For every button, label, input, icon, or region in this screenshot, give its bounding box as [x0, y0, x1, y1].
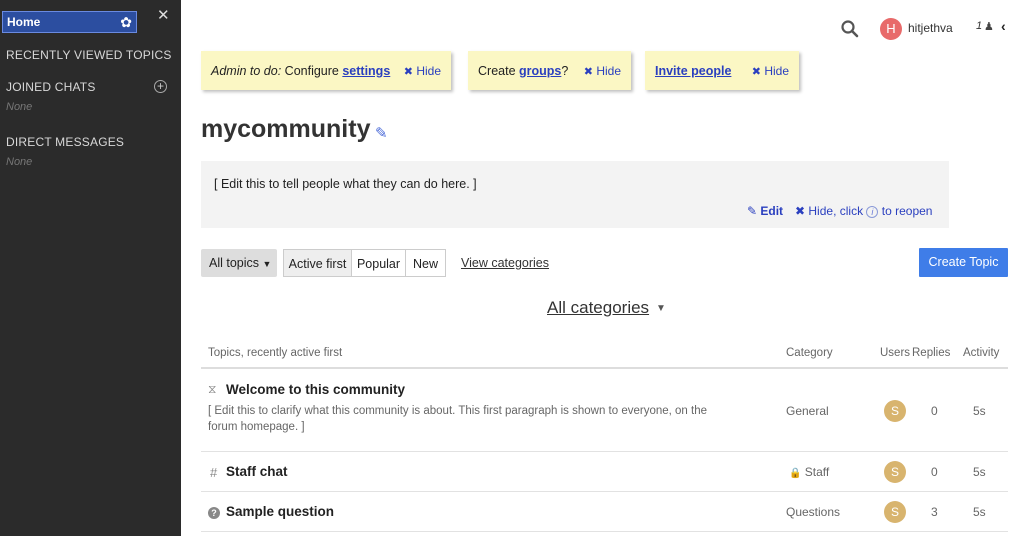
- search-icon[interactable]: [841, 20, 859, 38]
- header-users: Users: [880, 347, 911, 359]
- settings-link[interactable]: settings: [342, 64, 390, 78]
- tab-popular[interactable]: Popular: [351, 249, 406, 277]
- invite-people-note: Invite people ✖ Hide: [645, 51, 799, 90]
- admin-todo-note: Admin to do: Configure settings ✖ Hide: [201, 51, 451, 90]
- topic-activity[interactable]: 5s: [973, 505, 986, 519]
- chevron-left-icon[interactable]: ‹: [1001, 18, 1006, 34]
- topic-excerpt[interactable]: [ Edit this to clarify what this communi…: [208, 403, 728, 435]
- admin-todo-text: Configure: [281, 63, 343, 78]
- all-topics-label: All topics: [209, 256, 260, 270]
- groups-prefix: Create: [478, 63, 519, 78]
- lock-icon: 🔒: [789, 468, 802, 479]
- admin-todo-prefix: Admin to do:: [211, 63, 282, 78]
- hide-label: Hide: [596, 63, 621, 78]
- topic-replies: 3: [931, 505, 938, 519]
- header-topics[interactable]: Topics, recently active first: [208, 347, 342, 359]
- row-divider: [201, 531, 1008, 532]
- to-reopen-label: to reopen: [881, 204, 933, 218]
- header-activity: Activity: [963, 347, 1000, 359]
- topic-replies: 0: [931, 465, 938, 479]
- pin-icon: ⧖: [208, 382, 217, 396]
- category-label: Staff: [804, 465, 830, 479]
- user-avatar[interactable]: S: [884, 501, 906, 523]
- hide-click-label: Hide, click: [808, 204, 864, 218]
- notification-count[interactable]: 1: [976, 20, 982, 32]
- create-groups-note: Create groups? ✖ Hide: [468, 51, 631, 90]
- caret-down-icon: ▼: [656, 303, 666, 314]
- add-chat-icon[interactable]: +: [154, 80, 167, 93]
- hide-invite-note-button[interactable]: ✖ Hide: [752, 64, 789, 78]
- sidebar-item-home[interactable]: Home ✿: [2, 11, 137, 33]
- topic-activity[interactable]: 5s: [973, 404, 986, 418]
- all-categories-dropdown[interactable]: All categories: [547, 298, 649, 318]
- intro-edit-button[interactable]: ✎ Edit: [747, 204, 783, 218]
- info-icon: i: [866, 206, 879, 218]
- question-icon: ?: [208, 505, 220, 519]
- direct-messages-none: None: [6, 156, 33, 168]
- table-divider: [201, 367, 1008, 369]
- groups-link[interactable]: groups: [519, 64, 561, 78]
- sidebar-direct-messages[interactable]: DIRECT MESSAGES: [6, 135, 124, 149]
- hash-icon: #: [210, 465, 218, 480]
- person-icon[interactable]: ♟: [984, 20, 994, 33]
- caret-down-icon: ▼: [262, 259, 272, 269]
- sidebar-home-label: Home: [7, 15, 41, 29]
- avatar[interactable]: H: [880, 18, 902, 40]
- groups-suffix: ?: [561, 63, 569, 78]
- close-icon[interactable]: ✕: [157, 6, 170, 24]
- hide-label: Hide: [416, 63, 441, 78]
- sidebar: Home ✿ ✕ RECENTLY VIEWED TOPICS JOINED C…: [0, 0, 181, 536]
- sidebar-joined-chats[interactable]: JOINED CHATS: [6, 80, 96, 94]
- gear-icon[interactable]: ✿: [120, 14, 132, 31]
- hide-groups-note-button[interactable]: ✖ Hide: [584, 64, 621, 78]
- topic-title[interactable]: Staff chat: [226, 464, 288, 479]
- intro-text: [ Edit this to tell people what they can…: [214, 177, 477, 191]
- tab-new[interactable]: New: [405, 249, 446, 277]
- username[interactable]: hitjethva: [908, 21, 953, 35]
- topic-category[interactable]: Questions: [786, 505, 840, 519]
- intro-hide-button[interactable]: ✖ Hide, click i to reopen: [795, 204, 932, 218]
- view-categories-link[interactable]: View categories: [461, 256, 549, 270]
- header-category: Category: [786, 347, 833, 359]
- topic-replies: 0: [931, 404, 938, 418]
- joined-chats-none: None: [6, 101, 33, 113]
- pencil-icon[interactable]: ✎: [375, 124, 388, 142]
- create-topic-button[interactable]: Create Topic: [919, 248, 1008, 277]
- topic-category[interactable]: 🔒 Staff: [789, 465, 829, 479]
- invite-people-link[interactable]: Invite people: [655, 64, 731, 78]
- edit-label: Edit: [760, 204, 784, 218]
- tab-active-first[interactable]: Active first: [283, 249, 352, 277]
- hide-admin-note-button[interactable]: ✖ Hide: [404, 64, 441, 78]
- topic-title[interactable]: Welcome to this community: [226, 382, 405, 397]
- all-topics-dropdown[interactable]: All topics ▼: [201, 249, 277, 277]
- row-divider: [201, 491, 1008, 492]
- topic-activity[interactable]: 5s: [973, 465, 986, 479]
- user-avatar[interactable]: S: [884, 461, 906, 483]
- topic-category[interactable]: General: [786, 404, 829, 418]
- sidebar-recently-viewed[interactable]: RECENTLY VIEWED TOPICS: [6, 48, 172, 62]
- header-replies: Replies: [912, 347, 951, 359]
- hide-label: Hide: [764, 63, 789, 78]
- user-avatar[interactable]: S: [884, 400, 906, 422]
- row-divider: [201, 451, 1008, 452]
- page-title: mycommunity: [201, 115, 371, 143]
- topic-title[interactable]: Sample question: [226, 504, 334, 519]
- intro-box: [ Edit this to tell people what they can…: [201, 161, 949, 228]
